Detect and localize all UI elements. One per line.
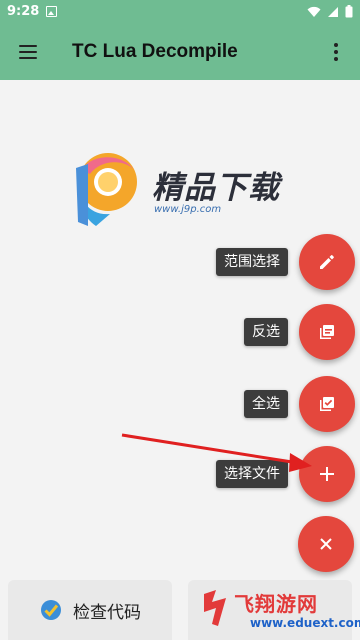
image-notification-icon bbox=[46, 6, 57, 17]
watermark-logo: 精品下载 www.j9p.com bbox=[72, 150, 302, 230]
code-check-icon bbox=[41, 600, 61, 620]
check-code-label: 检查代码 bbox=[73, 602, 141, 623]
select-file-fab[interactable] bbox=[299, 446, 355, 502]
signal-icon bbox=[328, 6, 338, 17]
wifi-icon bbox=[307, 6, 321, 17]
select-all-label[interactable]: 全选 bbox=[244, 390, 288, 418]
status-time: 9:28 bbox=[7, 4, 40, 19]
invert-select-fab[interactable] bbox=[299, 304, 355, 360]
corner-watermark-url: www.eduext.com bbox=[250, 616, 360, 630]
close-fab[interactable] bbox=[298, 516, 354, 572]
check-code-button[interactable]: 检查代码 bbox=[8, 580, 172, 640]
watermark-url: www.j9p.com bbox=[154, 204, 222, 215]
status-icons bbox=[307, 5, 353, 18]
p-logo-icon bbox=[76, 153, 137, 226]
invert-select-icon bbox=[320, 325, 334, 339]
app-bar: TC Lua Decompile bbox=[0, 24, 360, 80]
add-plus-icon bbox=[320, 467, 334, 481]
hamburger-menu-icon[interactable] bbox=[10, 34, 46, 70]
edit-pencil-icon bbox=[320, 255, 334, 269]
select-all-fab[interactable] bbox=[299, 376, 355, 432]
more-options-icon[interactable] bbox=[320, 36, 352, 68]
status-bar: 9:28 bbox=[0, 0, 360, 24]
fei-logo-icon bbox=[204, 590, 226, 626]
corner-watermark: 飞翔游网 www.eduext.com bbox=[196, 586, 360, 636]
select-all-icon bbox=[320, 397, 334, 411]
corner-watermark-text: 飞翔游网 bbox=[234, 592, 318, 616]
battery-icon bbox=[345, 5, 353, 18]
watermark-title: 精品下载 bbox=[152, 170, 280, 206]
select-file-label[interactable]: 选择文件 bbox=[216, 460, 288, 488]
range-select-fab[interactable] bbox=[299, 234, 355, 290]
close-x-icon bbox=[320, 538, 332, 550]
range-select-label[interactable]: 范围选择 bbox=[216, 248, 288, 276]
invert-select-label[interactable]: 反选 bbox=[244, 318, 288, 346]
app-title: TC Lua Decompile bbox=[72, 41, 238, 62]
